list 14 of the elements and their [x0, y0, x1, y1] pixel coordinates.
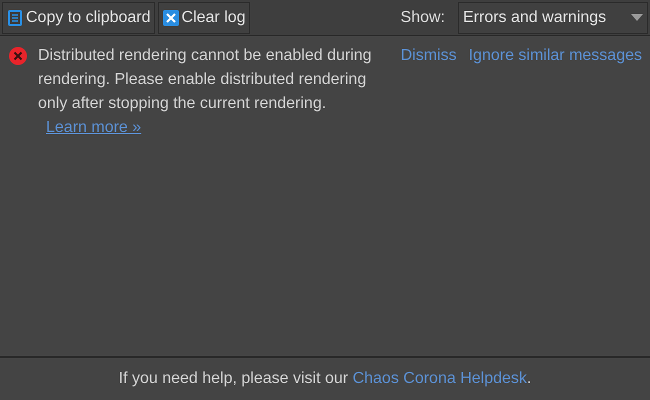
message-text: Distributed rendering cannot be enabled during rendering. Please enable distributed rendering only after stopping the current rendering. Learn more » [38, 46, 373, 138]
helpdesk-link[interactable]: Chaos Corona Helpdesk [352, 370, 527, 387]
caret-icon [631, 14, 643, 22]
dismiss-link[interactable]: Dismiss [400, 44, 457, 140]
clear-button[interactable]: Clear log [158, 2, 250, 34]
help-text: If you need help, please visit our Chaos Corona Helpdesk. [118, 369, 532, 389]
error-icon [8, 46, 28, 66]
filter-dropdown[interactable]: Errors and warnings [458, 2, 648, 34]
clipboard-icon [6, 8, 24, 26]
show-label: Show: [400, 8, 445, 28]
copy-button[interactable]: Copy to clipboard [2, 2, 155, 34]
ignore-link[interactable]: Ignore similar messages [468, 44, 642, 140]
learn-more-link[interactable]: Learn more » [46, 119, 142, 136]
close-icon [162, 8, 180, 26]
